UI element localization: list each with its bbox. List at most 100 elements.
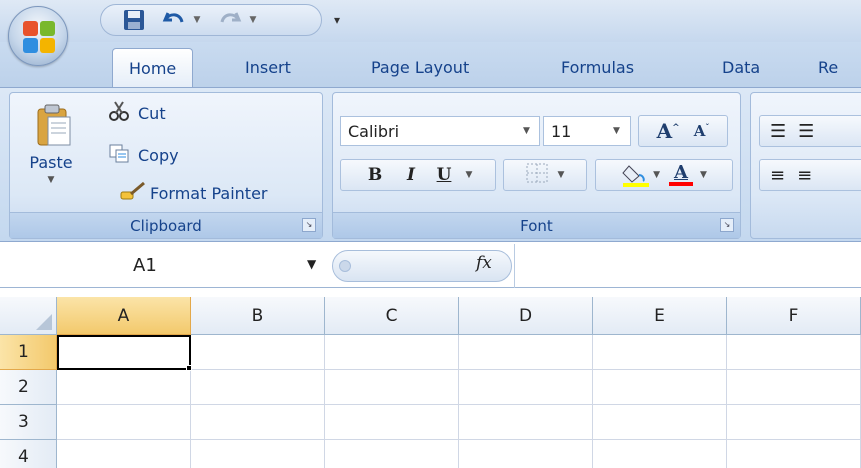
align-left-icon[interactable]: ≡ xyxy=(770,165,785,186)
formula-bar: A1 ▼ fx xyxy=(0,244,861,288)
name-box[interactable]: A1 ▼ xyxy=(0,244,330,288)
font-group: Calibri ▼ 11 ▼ A^ Aˇ B I U ▼ ▼ ▼ A ▼ Fon… xyxy=(332,92,741,239)
cell-d3[interactable] xyxy=(459,405,593,440)
column-header-c[interactable]: C xyxy=(325,297,459,335)
bold-button[interactable]: B xyxy=(357,165,393,185)
office-button[interactable] xyxy=(8,6,68,66)
cell-c2[interactable] xyxy=(325,370,459,405)
copy-label: Copy xyxy=(138,145,179,165)
tab-review[interactable]: Re xyxy=(818,48,838,88)
borders-button[interactable]: ▼ xyxy=(503,159,587,191)
underline-button[interactable]: U xyxy=(429,165,459,185)
active-cell-a1[interactable] xyxy=(57,335,191,370)
horizontal-align-group: ≡ ≡ xyxy=(759,159,861,191)
office-logo-icon xyxy=(23,21,55,53)
clipboard-group-label: Clipboard xyxy=(10,212,322,238)
align-center-icon[interactable]: ≡ xyxy=(797,165,812,186)
row-header-2[interactable]: 2 xyxy=(0,370,57,405)
cell-d2[interactable] xyxy=(459,370,593,405)
clipboard-dialog-launcher-icon[interactable]: ↘ xyxy=(302,218,316,232)
cell-f1[interactable] xyxy=(727,335,861,370)
formula-bar-grip-icon[interactable] xyxy=(339,260,351,272)
quick-access-toolbar: ▼ ▼ xyxy=(100,4,322,36)
cell-a4[interactable] xyxy=(57,440,191,468)
cell-e2[interactable] xyxy=(593,370,727,405)
select-all-triangle-icon xyxy=(36,314,52,330)
fill-color-dropdown-icon[interactable]: ▼ xyxy=(653,170,660,180)
cell-f2[interactable] xyxy=(727,370,861,405)
font-color-button[interactable]: A xyxy=(668,164,694,186)
column-header-d[interactable]: D xyxy=(459,297,593,335)
redo-dropdown-icon[interactable]: ▼ xyxy=(247,8,259,32)
cell-a2[interactable] xyxy=(57,370,191,405)
align-middle-icon[interactable]: ☰ xyxy=(798,121,814,142)
fill-color-icon[interactable] xyxy=(621,162,651,188)
undo-icon[interactable] xyxy=(161,8,187,32)
formula-input[interactable] xyxy=(514,244,861,288)
shrink-font-icon[interactable]: Aˇ xyxy=(694,122,710,140)
save-icon[interactable] xyxy=(121,8,147,32)
font-name-field[interactable]: Calibri xyxy=(340,116,540,146)
font-color-dropdown-icon[interactable]: ▼ xyxy=(700,170,707,180)
cell-c1[interactable] xyxy=(325,335,459,370)
undo-dropdown-icon[interactable]: ▼ xyxy=(191,8,203,32)
italic-button[interactable]: I xyxy=(393,165,429,185)
column-header-a[interactable]: A xyxy=(57,297,191,335)
tab-page-layout[interactable]: Page Layout xyxy=(371,48,469,88)
fill-handle[interactable] xyxy=(186,365,192,371)
cell-e3[interactable] xyxy=(593,405,727,440)
cell-c4[interactable] xyxy=(325,440,459,468)
cell-f3[interactable] xyxy=(727,405,861,440)
cut-button[interactable]: Cut xyxy=(108,99,166,127)
tab-formulas[interactable]: Formulas xyxy=(561,48,634,88)
cell-a3[interactable] xyxy=(57,405,191,440)
cell-f4[interactable] xyxy=(727,440,861,468)
paste-label: Paste xyxy=(29,153,73,172)
format-painter-label: Format Painter xyxy=(150,183,268,203)
select-all-button[interactable] xyxy=(0,297,57,335)
row-header-3[interactable]: 3 xyxy=(0,405,57,440)
font-size-dropdown-icon[interactable]: ▼ xyxy=(613,126,620,136)
paste-icon xyxy=(36,103,72,151)
paintbrush-icon xyxy=(120,180,146,206)
row-header-1[interactable]: 1 xyxy=(0,335,57,370)
tab-data[interactable]: Data xyxy=(722,48,760,88)
paste-button[interactable]: Paste ▼ xyxy=(18,99,84,204)
font-size-value: 11 xyxy=(551,121,572,141)
cell-d1[interactable] xyxy=(459,335,593,370)
cell-c3[interactable] xyxy=(325,405,459,440)
insert-function-icon[interactable]: fx xyxy=(476,253,492,273)
cell-b4[interactable] xyxy=(191,440,325,468)
copy-button[interactable]: Copy xyxy=(108,141,179,169)
cell-d4[interactable] xyxy=(459,440,593,468)
name-box-dropdown-icon[interactable]: ▼ xyxy=(307,257,316,271)
customize-qat-icon[interactable]: ▾ xyxy=(330,8,344,32)
scissors-icon xyxy=(108,100,130,126)
cell-b3[interactable] xyxy=(191,405,325,440)
row-header-4[interactable]: 4 xyxy=(0,440,57,468)
underline-dropdown-icon[interactable]: ▼ xyxy=(459,170,479,180)
font-size-adjust-group: A^ Aˇ xyxy=(638,115,728,147)
format-painter-button[interactable]: Format Painter xyxy=(120,179,267,207)
vertical-align-group: ☰ ☰ xyxy=(759,115,861,147)
column-header-e[interactable]: E xyxy=(593,297,727,335)
cell-b2[interactable] xyxy=(191,370,325,405)
name-box-value: A1 xyxy=(133,255,157,276)
cell-e4[interactable] xyxy=(593,440,727,468)
font-name-value: Calibri xyxy=(348,121,400,141)
font-color-swatch xyxy=(669,182,693,186)
font-dialog-launcher-icon[interactable]: ↘ xyxy=(720,218,734,232)
grow-font-icon[interactable]: A^ xyxy=(657,119,680,143)
borders-dropdown-icon[interactable]: ▼ xyxy=(558,170,565,180)
paste-dropdown-icon[interactable]: ▼ xyxy=(18,175,84,185)
tab-insert[interactable]: Insert xyxy=(245,48,291,88)
redo-icon[interactable] xyxy=(217,8,243,32)
font-name-dropdown-icon[interactable]: ▼ xyxy=(523,126,530,136)
color-group: ▼ A ▼ xyxy=(595,159,733,191)
column-header-b[interactable]: B xyxy=(191,297,325,335)
cell-e1[interactable] xyxy=(593,335,727,370)
cell-b1[interactable] xyxy=(191,335,325,370)
column-header-f[interactable]: F xyxy=(727,297,861,335)
align-top-icon[interactable]: ☰ xyxy=(770,121,786,142)
tab-home[interactable]: Home xyxy=(112,48,194,89)
